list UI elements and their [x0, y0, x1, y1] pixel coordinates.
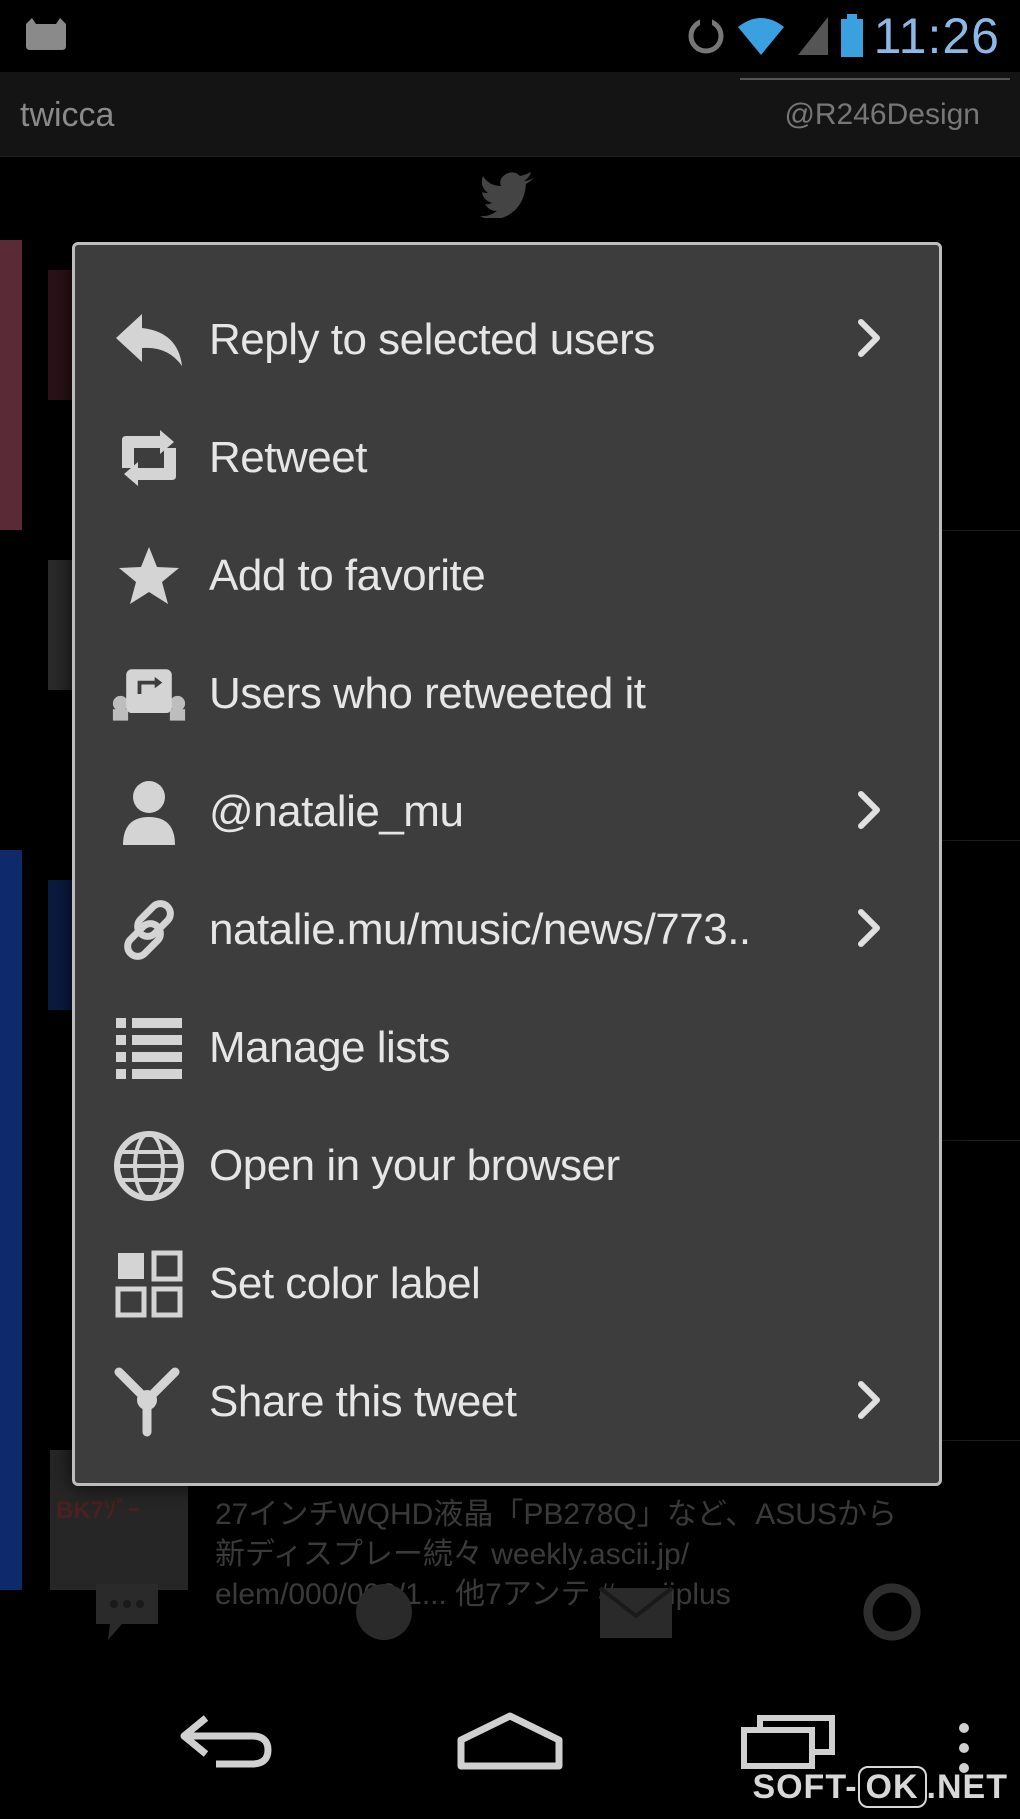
- menu-item-color-label[interactable]: Set color label: [75, 1225, 939, 1343]
- chevron-right-icon: [855, 318, 883, 363]
- battery-icon: [840, 14, 863, 57]
- menu-item-users-retweeted[interactable]: Users who retweeted it: [75, 635, 939, 753]
- sync-icon: [688, 17, 724, 54]
- tweet-line: 27インチWQHD液晶「PB278Q」など、ASUSから: [215, 1498, 897, 1531]
- color-label-strip: [0, 850, 22, 1590]
- watermark: SOFT- OK .NET: [752, 1766, 1008, 1808]
- menu-item-retweet[interactable]: Retweet: [75, 399, 939, 517]
- tweet-line: 新ディスプレー続々 weekly.ascii.jp/: [215, 1538, 690, 1571]
- menu-item-label: Share this tweet: [209, 1377, 517, 1426]
- star-icon: [111, 538, 187, 614]
- menu-item-label: Reply to selected users: [209, 315, 655, 364]
- action-bar: twicca @R246Design: [0, 72, 1020, 157]
- mail-icon[interactable]: [598, 1586, 674, 1645]
- home-icon[interactable]: [455, 1710, 565, 1775]
- menu-item-link[interactable]: natalie.mu/music/news/773..: [75, 871, 939, 989]
- link-icon: [111, 892, 187, 968]
- recent-apps-icon[interactable]: [740, 1710, 840, 1775]
- signal-icon: [797, 17, 828, 55]
- menu-item-reply[interactable]: Reply to selected users: [75, 281, 939, 399]
- navigation-bar: SOFT- OK .NET: [0, 1680, 1020, 1819]
- menu-item-share[interactable]: Share this tweet: [75, 1343, 939, 1461]
- color-label-strip: [0, 240, 22, 530]
- menu-item-manage-lists[interactable]: Manage lists: [75, 989, 939, 1107]
- watermark-text: .NET: [926, 1768, 1008, 1806]
- reply-icon: [111, 302, 187, 378]
- account-underline: [740, 78, 1010, 80]
- refresh-icon[interactable]: [860, 1580, 924, 1649]
- menu-item-label: Users who retweeted it: [209, 669, 646, 718]
- menu-item-label: Add to favorite: [209, 551, 486, 600]
- share-icon: [111, 1364, 187, 1440]
- chevron-right-icon: [855, 908, 883, 953]
- menu-item-user-profile[interactable]: @natalie_mu: [75, 753, 939, 871]
- list-icon: [111, 1010, 187, 1086]
- menu-item-label: natalie.mu/music/news/773..: [209, 905, 751, 954]
- account-switcher[interactable]: @R246Design: [784, 98, 980, 132]
- globe-icon: [111, 1128, 187, 1204]
- thumb-text: BK7ｿﾞｰ: [56, 1497, 141, 1524]
- app-title: twicca: [20, 96, 115, 134]
- menu-item-label: @natalie_mu: [209, 787, 464, 836]
- notification-cat-icon: [22, 16, 70, 57]
- back-icon[interactable]: [176, 1710, 276, 1775]
- retweet-icon: [111, 420, 187, 496]
- menu-item-label: Set color label: [209, 1259, 481, 1308]
- watermark-text: SOFT-: [752, 1768, 858, 1806]
- user-icon: [111, 774, 187, 850]
- twitter-bird-icon: [480, 172, 536, 223]
- mention-icon[interactable]: [352, 1580, 416, 1649]
- color-label-icon: [111, 1246, 187, 1322]
- chevron-right-icon: [855, 790, 883, 835]
- status-icons: 11:26: [686, 6, 1000, 66]
- status-bar: 11:26: [0, 0, 1020, 72]
- watermark-text: OK: [857, 1766, 927, 1808]
- chevron-right-icon: [855, 1380, 883, 1425]
- tweet-context-menu: Reply to selected users Retweet Add to f…: [72, 242, 942, 1486]
- clock: 11:26: [873, 8, 1000, 64]
- compose-bubble-icon[interactable]: [92, 1580, 162, 1649]
- users-retweeted-icon: [111, 656, 187, 732]
- wifi-icon: [737, 18, 784, 55]
- menu-item-label: Manage lists: [209, 1023, 451, 1072]
- menu-item-label: Open in your browser: [209, 1141, 620, 1190]
- menu-item-favorite[interactable]: Add to favorite: [75, 517, 939, 635]
- menu-item-open-browser[interactable]: Open in your browser: [75, 1107, 939, 1225]
- menu-item-label: Retweet: [209, 433, 367, 482]
- bottom-toolbar: [0, 1580, 1020, 1660]
